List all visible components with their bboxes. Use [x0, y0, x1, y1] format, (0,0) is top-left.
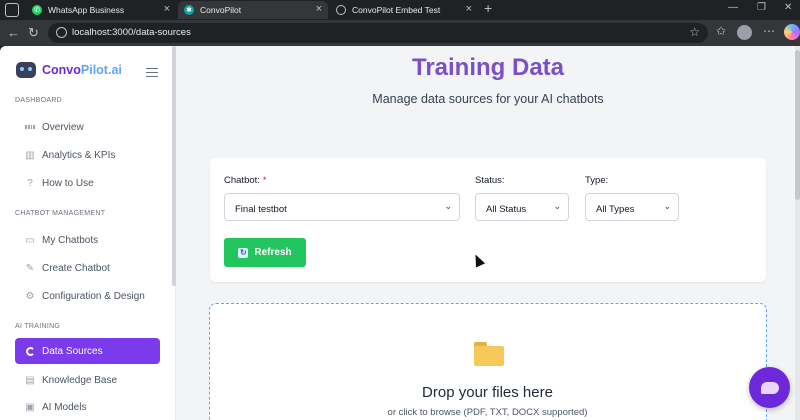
page-title: Training Data: [411, 54, 565, 81]
url-text: localhost:3000/data-sources: [72, 27, 191, 38]
tab-label: ConvoPilot: [200, 5, 242, 15]
sidebar-item-ai-models[interactable]: ▣ AI Models: [15, 394, 160, 420]
chevron-down-icon: ⌄: [553, 201, 561, 211]
profile-avatar[interactable]: [737, 25, 752, 40]
url-field[interactable]: localhost:3000/data-sources ☆: [48, 23, 708, 43]
whatsapp-icon: ✆: [32, 5, 42, 15]
back-icon[interactable]: ←: [7, 25, 20, 40]
section-title-dashboard: DASHBOARD: [15, 97, 63, 104]
help-circle-icon: ?: [27, 177, 33, 189]
chevron-down-icon: ⌄: [663, 201, 671, 211]
sidebar-item-label: Create Chatbot: [42, 262, 110, 274]
close-icon[interactable]: ×: [466, 3, 472, 15]
tab-label: ConvoPilot Embed Test: [352, 5, 441, 15]
gear-icon: ⚙: [25, 290, 35, 302]
window-close-icon[interactable]: ✕: [784, 2, 792, 13]
site-info-icon[interactable]: [56, 27, 67, 38]
minimize-icon[interactable]: —: [728, 2, 738, 13]
chatbot-label: Chatbot: *: [224, 175, 267, 186]
globe-icon: [336, 5, 346, 15]
main-content: Training Data Manage data sources for yo…: [176, 46, 800, 420]
sidebar-item-how-to-use[interactable]: ? How to Use: [15, 170, 160, 196]
bar-chart-icon: ▥: [25, 149, 35, 161]
data-ring-icon: [25, 346, 35, 356]
status-label: Status:: [475, 175, 505, 186]
sidebar: ConvoPilot.ai DASHBOARD Overview ▥ Analy…: [0, 46, 176, 420]
sidebar-item-label: Overview: [42, 121, 84, 133]
address-bar: ← ↻ localhost:3000/data-sources ☆ ✩ ⋯: [0, 20, 800, 46]
drop-zone-subtitle: or click to browse (PDF, TXT, DOCX suppo…: [387, 407, 588, 418]
sidebar-item-knowledge-base[interactable]: ▤ Knowledge Base: [15, 367, 160, 393]
refresh-label: Refresh: [254, 247, 292, 258]
maximize-icon[interactable]: ❐: [757, 2, 766, 13]
copilot-icon[interactable]: [784, 24, 800, 40]
tab-embed-test[interactable]: ConvoPilot Embed Test ×: [330, 1, 478, 19]
sidebar-item-configuration[interactable]: ⚙ Configuration & Design: [15, 283, 160, 309]
tab-label: WhatsApp Business: [48, 5, 125, 15]
reload-icon[interactable]: ↻: [28, 25, 39, 41]
file-drop-zone[interactable]: Drop your files here or click to browse …: [209, 303, 767, 420]
sidebar-item-data-sources[interactable]: Data Sources: [15, 338, 160, 364]
sidebar-item-label: Data Sources: [42, 345, 103, 357]
status-select[interactable]: All Status ⌄: [475, 193, 569, 221]
type-select[interactable]: All Types ⌄: [585, 193, 679, 221]
sidebar-item-create-chatbot[interactable]: ✎ Create Chatbot: [15, 255, 160, 281]
convopilot-favicon-icon: ✱: [184, 5, 194, 15]
refresh-button[interactable]: ↻ Refresh: [224, 238, 306, 267]
pencil-icon: ✎: [25, 262, 35, 274]
chat-bubble-icon: [760, 381, 779, 394]
sidebar-item-label: AI Models: [42, 401, 87, 413]
more-menu-icon[interactable]: ⋯: [763, 24, 775, 38]
refresh-icon: ↻: [238, 247, 249, 258]
chatbot-select-value: Final testbot: [235, 204, 287, 215]
sidebar-item-label: How to Use: [42, 177, 94, 189]
robot-icon: [16, 62, 36, 78]
folder-icon: [474, 342, 504, 366]
brand-name: ConvoPilot.ai: [42, 63, 122, 77]
tab-whatsapp[interactable]: ✆ WhatsApp Business ×: [26, 1, 176, 19]
book-icon: ▤: [25, 374, 35, 386]
sidebar-item-label: Analytics & KPIs: [42, 149, 116, 161]
chat-bubble-icon: ▭: [25, 234, 35, 246]
drop-zone-title: Drop your files here: [422, 384, 553, 401]
section-title-chatbot-management: CHATBOT MANAGEMENT: [15, 210, 106, 217]
browser-tab-strip: ✆ WhatsApp Business × ✱ ConvoPilot × Con…: [0, 0, 800, 20]
section-title-ai-training: AI TRAINING: [15, 323, 61, 330]
sidebar-item-label: My Chatbots: [42, 234, 99, 246]
page-subtitle: Manage data sources for your AI chatbots: [372, 92, 604, 106]
sidebar-item-my-chatbots[interactable]: ▭ My Chatbots: [15, 227, 160, 253]
favorites-icon[interactable]: ✩: [716, 24, 726, 38]
bookmark-star-icon[interactable]: ☆: [689, 25, 700, 39]
sidebar-item-label: Knowledge Base: [42, 374, 118, 386]
hamburger-menu-icon[interactable]: [146, 68, 158, 77]
scrollbar-thumb[interactable]: [795, 50, 800, 200]
app-root: ConvoPilot.ai DASHBOARD Overview ▥ Analy…: [0, 46, 800, 420]
close-icon[interactable]: ×: [316, 3, 322, 15]
chat-widget-button[interactable]: [749, 367, 790, 408]
required-mark: *: [262, 175, 267, 186]
main-scrollbar[interactable]: [795, 46, 800, 420]
chatbot-select[interactable]: Final testbot ⌄: [224, 193, 460, 221]
brand-logo[interactable]: ConvoPilot.ai: [16, 62, 122, 78]
sidebar-item-label: Configuration & Design: [42, 290, 145, 302]
workspaces-icon[interactable]: [5, 3, 19, 17]
sidebar-item-analytics[interactable]: ▥ Analytics & KPIs: [15, 142, 160, 168]
chevron-down-icon: ⌄: [444, 201, 452, 211]
dashboard-grid-icon: [25, 122, 35, 132]
filter-card: Chatbot: * Final testbot ⌄ Status: All St…: [210, 158, 766, 282]
chip-icon: ▣: [25, 401, 35, 413]
tab-convopilot[interactable]: ✱ ConvoPilot ×: [178, 1, 328, 19]
sidebar-item-overview[interactable]: Overview: [15, 114, 160, 140]
type-select-value: All Types: [596, 204, 635, 215]
new-tab-icon[interactable]: +: [484, 0, 492, 16]
status-select-value: All Status: [486, 204, 527, 215]
close-icon[interactable]: ×: [164, 3, 170, 15]
type-label: Type:: [585, 175, 609, 186]
